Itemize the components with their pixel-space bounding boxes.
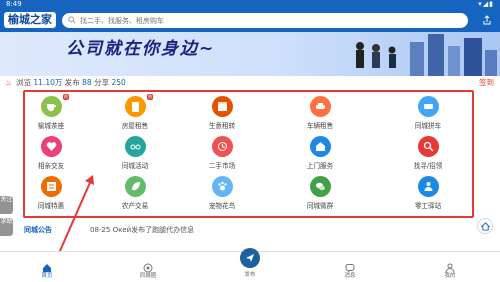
status-time: 8:49 [6, 0, 22, 8]
grid-item-14[interactable]: 同城微群 [288, 176, 352, 216]
notice-label: 同城公告 [24, 226, 52, 234]
wechat-icon [309, 176, 331, 197]
viewed-label: 浏览 [16, 78, 31, 87]
stats-bar: ♨ 浏览 11.10万 发布 88 分享 250 签到 [0, 76, 500, 90]
grid-item-label: 生意租转 [208, 122, 236, 130]
search-bar[interactable] [62, 13, 468, 28]
sign-in-button[interactable]: 签到 [479, 76, 494, 90]
grid-item-label: 找寻/招领 [413, 162, 443, 170]
viewed-count: 11.10万 [33, 78, 63, 87]
news-icon [40, 176, 62, 197]
app-logo: 榆城之家 [4, 12, 56, 28]
floating-home-button[interactable] [477, 218, 493, 234]
worker-icon [417, 176, 439, 197]
grid-item-5[interactable]: 同城拼车 [396, 96, 460, 136]
status-bar: 8:49 ▾◢▮ [0, 0, 500, 8]
home-icon [42, 258, 52, 272]
grid-item-12[interactable]: 农产交易 [103, 176, 167, 216]
banner-city-illustration [356, 34, 497, 76]
shop-icon [211, 96, 233, 117]
grid-item-label: 相亲交友 [37, 162, 65, 170]
van-icon [417, 96, 439, 117]
grid-item-label: 同城活动 [121, 162, 149, 170]
share-icon[interactable] [482, 15, 492, 25]
teacup-icon [40, 96, 62, 117]
posts-count: 88 [82, 78, 92, 87]
share-count: 250 [111, 78, 126, 87]
status-system-icons: ▾◢▮ [478, 0, 494, 8]
heart-icon [40, 136, 62, 157]
grid-item-4[interactable]: 车辆租售 [288, 96, 352, 136]
tab-circle[interactable]: 同城圈 [118, 252, 178, 282]
tab-send[interactable]: 发布 [220, 248, 280, 282]
hot-badge: 热 [63, 94, 69, 100]
grid-item-label: 上门服务 [306, 162, 334, 170]
car-icon [309, 96, 331, 117]
message-icon [345, 258, 355, 273]
grid-item-7[interactable]: 同城活动 [103, 136, 167, 176]
glasses-icon [124, 136, 146, 157]
tab-home[interactable]: 首页 [17, 252, 77, 282]
side-tab-help[interactable]: 求助 [0, 218, 13, 236]
user-icon [445, 258, 455, 273]
clock-icon [211, 136, 233, 157]
circle-icon [143, 258, 153, 273]
hot-badge: 热 [147, 94, 153, 100]
banner-slogan: 公司就在你身边~ [66, 39, 216, 59]
tab-message[interactable]: 消息 [320, 252, 380, 282]
stats-text: 浏览 11.10万 发布 88 分享 250 [16, 76, 126, 90]
grid-item-1[interactable]: 热榆城茶座 [19, 94, 83, 136]
grid-item-2[interactable]: 热房屋租售 [103, 94, 167, 136]
search-icon [68, 16, 76, 24]
grid-item-label: 宠物花鸟 [208, 202, 236, 210]
search-icon [417, 136, 439, 157]
posts-label: 发布 [64, 78, 80, 87]
tab-user[interactable]: 我的 [420, 252, 480, 282]
grid-item-3[interactable]: 生意租转 [190, 96, 254, 136]
grid-item-label: 车辆租售 [306, 122, 334, 130]
promo-banner[interactable]: 公司就在你身边~ [0, 32, 500, 76]
bottom-tab-bar: 首页 同城圈发布 消息 我的 [0, 248, 500, 282]
grid-item-10[interactable]: 找寻/招领 [396, 136, 460, 176]
tab-label: 发布 [244, 272, 256, 278]
grid-item-13[interactable]: 宠物花鸟 [190, 176, 254, 216]
grid-item-label: 榆城茶座 [37, 122, 65, 130]
home-icon [481, 222, 490, 231]
notice-text: 08-25 Окей发布了跑腿代办信息 [90, 226, 195, 234]
building-icon [124, 96, 146, 117]
grid-item-label: 零工驿站 [414, 202, 442, 210]
home-icon [309, 136, 331, 157]
send-icon [240, 248, 260, 268]
grid-item-6[interactable]: 相亲交友 [19, 136, 83, 176]
leaf-icon [124, 176, 146, 197]
grid-item-label: 农产交易 [121, 202, 149, 210]
fire-icon: ♨ [5, 78, 12, 87]
grid-item-label: 同城拼车 [414, 122, 442, 130]
grid-item-9[interactable]: 上门服务 [288, 136, 352, 176]
grid-item-11[interactable]: 同城特惠 [19, 176, 83, 216]
side-tab-follow[interactable]: 关注 [0, 196, 13, 214]
grid-item-label: 房屋租售 [121, 122, 149, 130]
grid-item-label: 同城微群 [306, 202, 334, 210]
paw-icon [211, 176, 233, 197]
grid-item-label: 二手市场 [208, 162, 236, 170]
grid-item-label: 同城特惠 [37, 202, 65, 210]
share-label: 分享 [94, 78, 110, 87]
grid-item-15[interactable]: 零工驿站 [396, 176, 460, 216]
notice-bar[interactable]: 同城公告 08-25 Окей发布了跑腿代办信息 [0, 220, 500, 240]
search-input[interactable] [80, 14, 460, 27]
app-bar: 榆城之家 [0, 8, 500, 32]
grid-item-8[interactable]: 二手市场 [190, 136, 254, 176]
